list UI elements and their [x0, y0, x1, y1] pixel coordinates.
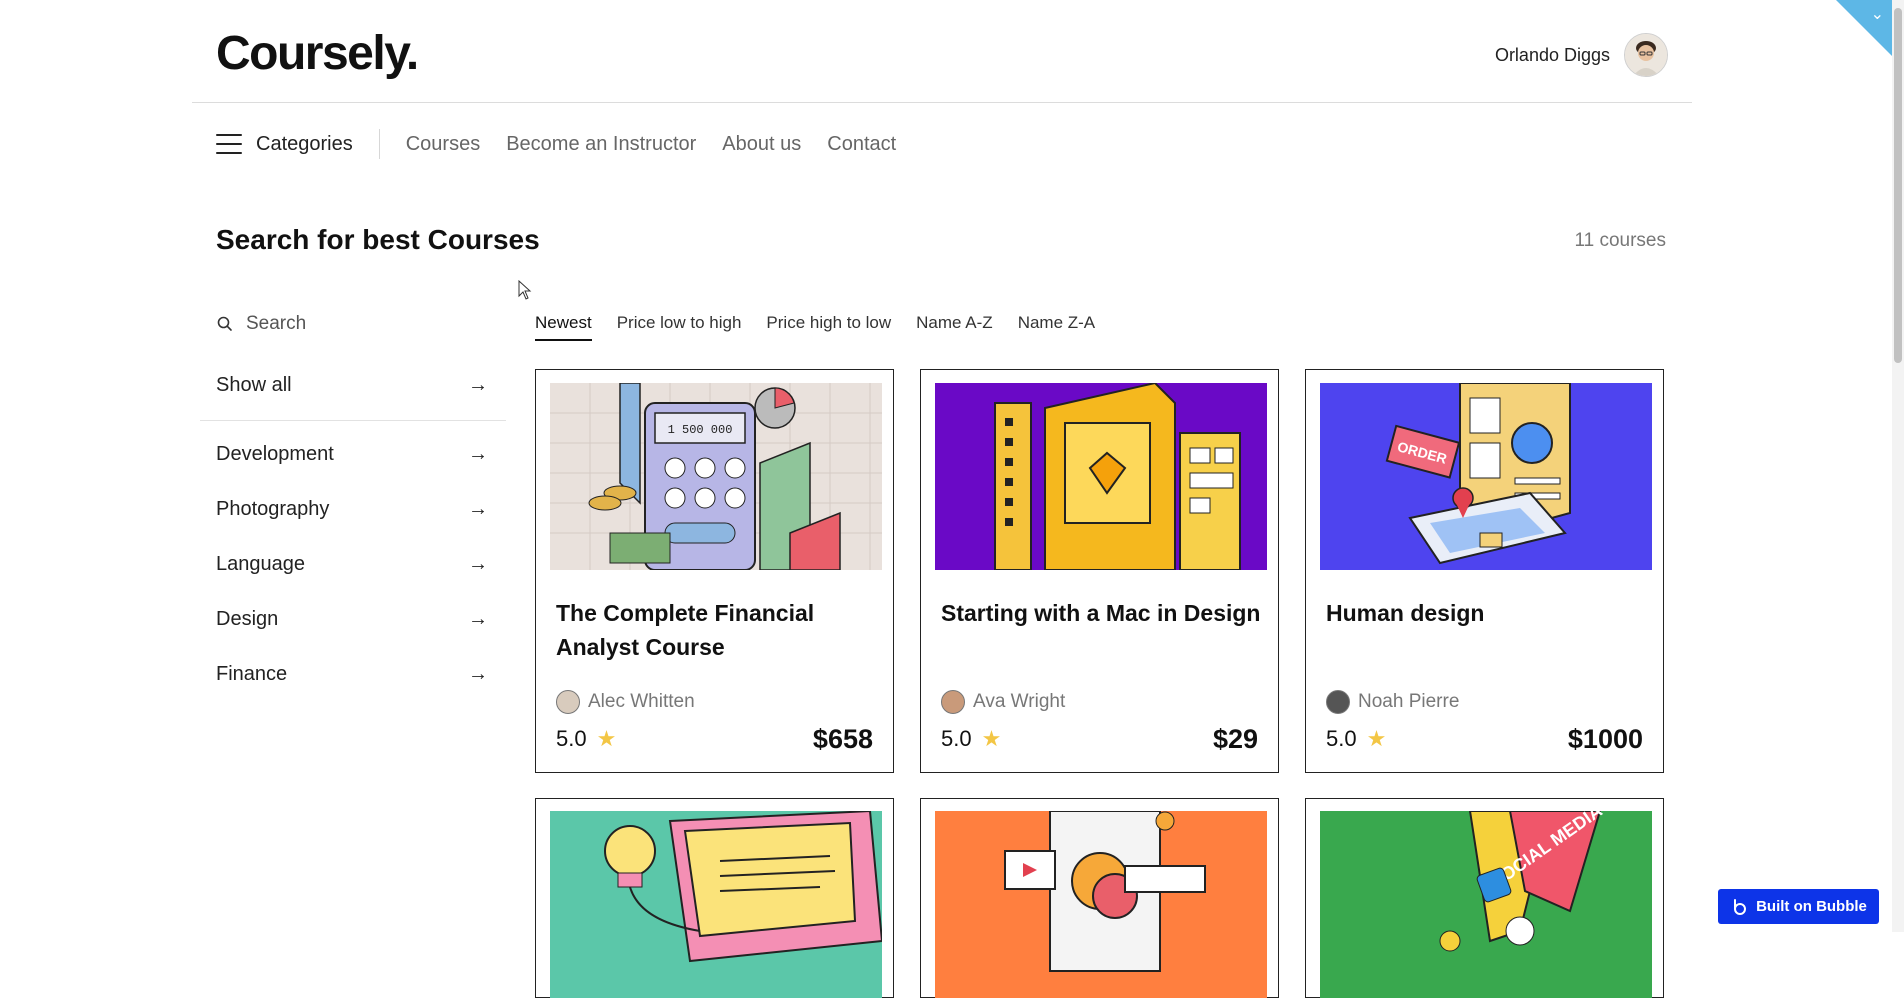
sort-tab-newest[interactable]: Newest: [535, 313, 592, 341]
sort-tab-price-high-low[interactable]: Price high to low: [766, 313, 891, 341]
course-image[interactable]: SOCIAL MEDIA: [1320, 811, 1652, 998]
nav-link-become-instructor[interactable]: Become an Instructor: [506, 133, 696, 156]
bubble-logo-icon: [1734, 898, 1747, 915]
arrow-right-icon: →: [468, 443, 488, 465]
menu-icon[interactable]: [216, 134, 242, 154]
course-image[interactable]: [935, 811, 1267, 998]
course-image[interactable]: [550, 811, 882, 998]
course-author: Noah Pierre: [1326, 690, 1459, 714]
badge-label: Built on Bubble: [1756, 898, 1867, 915]
sort-tab-price-low-high[interactable]: Price low to high: [617, 313, 742, 341]
header-divider: [192, 102, 1692, 103]
main-nav: Categories Courses Become an Instructor …: [216, 128, 922, 160]
sidebar-item-photography[interactable]: Photography →: [216, 498, 488, 521]
course-image[interactable]: ORDER: [1320, 383, 1652, 570]
mouse-cursor-icon: [518, 280, 532, 300]
course-image[interactable]: [935, 383, 1267, 570]
sidebar-item-development[interactable]: Development →: [216, 443, 488, 466]
course-price: $29: [1212, 724, 1258, 754]
rating-value: 5.0: [941, 726, 972, 751]
star-icon: ★: [981, 726, 1002, 751]
search-input[interactable]: [246, 313, 466, 335]
nav-separator: [378, 129, 380, 159]
page: Coursely. Orlando Diggs Categories Cours…: [0, 0, 1904, 998]
rating-value: 5.0: [1326, 726, 1357, 751]
calculator-display-text: 1 500 000: [668, 423, 733, 437]
page-scrollbar[interactable]: [1892, 0, 1904, 932]
sidebar-item-label: Photography: [216, 498, 330, 520]
sidebar-item-label: Development: [216, 443, 334, 465]
course-rating: 5.0 ★: [941, 726, 1001, 752]
delivery-app-illustration: ORDER: [1320, 383, 1652, 570]
sidebar-item-label: Show all: [216, 374, 292, 396]
sidebar-item-language[interactable]: Language →: [216, 553, 488, 576]
course-title[interactable]: Starting with a Mac in Design: [941, 596, 1261, 630]
chevron-down-icon[interactable]: ⌄: [1871, 4, 1884, 24]
sidebar-item-label: Language: [216, 553, 305, 575]
search-box[interactable]: [216, 313, 466, 335]
sort-tab-name-za[interactable]: Name Z-A: [1018, 313, 1095, 341]
rating-value: 5.0: [556, 726, 587, 751]
sort-tabs: Newest Price low to high Price high to l…: [535, 313, 1120, 341]
sidebar-item-finance[interactable]: Finance →: [216, 663, 488, 686]
sidebar-item-label: Design: [216, 608, 279, 630]
design-illustration: [935, 383, 1267, 570]
author-name: Alec Whitten: [588, 691, 695, 712]
avatar-portrait-icon: [1625, 34, 1667, 76]
search-icon: [217, 316, 232, 331]
arrow-right-icon: →: [468, 374, 488, 396]
arrow-right-icon: →: [468, 553, 488, 575]
sort-tab-name-az[interactable]: Name A-Z: [916, 313, 993, 341]
scrollbar-thumb[interactable]: [1894, 8, 1902, 363]
star-icon: ★: [596, 726, 617, 751]
course-price: $1000: [1567, 724, 1643, 754]
course-card[interactable]: ORDER Human design Noah Pierre 5.0 ★ $10…: [1305, 369, 1664, 773]
arrow-right-icon: →: [468, 608, 488, 630]
sidebar-item-design[interactable]: Design →: [216, 608, 488, 631]
sidebar-item-label: Finance: [216, 663, 288, 685]
course-title[interactable]: Human design: [1326, 596, 1646, 630]
course-card[interactable]: 1 500 000 The Complete Financial Analyst…: [535, 369, 894, 773]
star-icon: ★: [1366, 726, 1387, 751]
idea-illustration: [550, 811, 882, 998]
author-name: Ava Wright: [973, 691, 1066, 712]
nav-link-courses[interactable]: Courses: [406, 133, 480, 156]
nav-categories[interactable]: Categories: [256, 133, 353, 156]
author-avatar: [941, 690, 965, 714]
avatar[interactable]: [1624, 33, 1668, 77]
author-avatar: [1326, 690, 1350, 714]
course-price: $658: [812, 724, 873, 754]
finance-illustration: 1 500 000: [550, 383, 882, 570]
logo[interactable]: Coursely.: [216, 26, 419, 81]
author-name: Noah Pierre: [1358, 691, 1460, 712]
nav-link-contact[interactable]: Contact: [827, 133, 896, 156]
media-illustration: [935, 811, 1267, 998]
course-rating: 5.0 ★: [556, 726, 616, 752]
course-card[interactable]: [535, 798, 894, 998]
social-media-illustration: SOCIAL MEDIA: [1320, 811, 1652, 998]
arrow-right-icon: →: [468, 498, 488, 520]
course-author: Alec Whitten: [556, 690, 695, 714]
course-card[interactable]: [920, 798, 1279, 998]
user-menu[interactable]: Orlando Diggs: [1495, 33, 1668, 77]
course-title[interactable]: The Complete Financial Analyst Course: [556, 596, 876, 664]
course-image[interactable]: 1 500 000: [550, 383, 882, 570]
author-avatar: [556, 690, 580, 714]
course-author: Ava Wright: [941, 690, 1065, 714]
sidebar-item-show-all[interactable]: Show all →: [216, 374, 488, 397]
course-count: 11 courses: [1574, 230, 1666, 251]
sidebar-divider: [200, 420, 506, 421]
course-rating: 5.0 ★: [1326, 726, 1386, 752]
arrow-right-icon: →: [468, 663, 488, 685]
built-on-bubble-badge[interactable]: Built on Bubble: [1718, 889, 1879, 924]
nav-link-about[interactable]: About us: [722, 133, 801, 156]
course-card[interactable]: Starting with a Mac in Design Ava Wright…: [920, 369, 1279, 773]
course-card[interactable]: SOCIAL MEDIA: [1305, 798, 1664, 998]
user-name[interactable]: Orlando Diggs: [1495, 45, 1610, 66]
page-title: Search for best Courses: [216, 224, 540, 255]
